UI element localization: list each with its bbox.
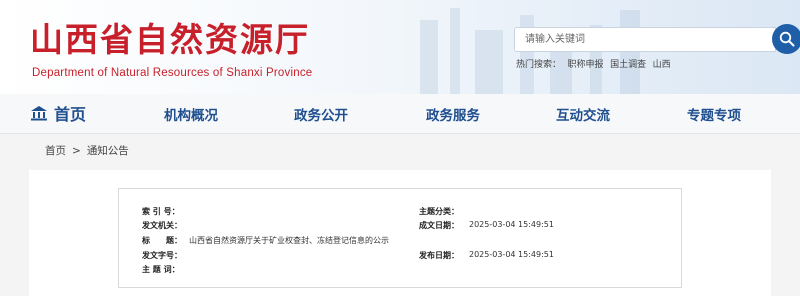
nav-item-gov-services[interactable]: 政务服务	[426, 104, 480, 124]
breadcrumb-home[interactable]: 首页	[45, 145, 66, 157]
breadcrumb-current[interactable]: 通知公告	[87, 145, 129, 157]
breadcrumb: 首页 > 通知公告	[45, 143, 129, 158]
nav-item-gov-affairs[interactable]: 政务公开	[294, 104, 348, 124]
index-number-label: 索 引 号：	[142, 207, 180, 216]
search-icon	[779, 31, 795, 47]
site-subtitle: Department of Natural Resources of Shanx…	[32, 67, 313, 79]
title-label: 标 题：	[142, 236, 182, 245]
search-button[interactable]	[772, 24, 800, 54]
publish-date-label: 发布日期：	[419, 251, 459, 260]
hot-search-item[interactable]: 山西	[653, 59, 671, 69]
hot-search-label: 热门搜索：	[516, 59, 562, 69]
main-nav: 首页 机构概况 政务公开 政务服务 互动交流 专题专项	[0, 94, 800, 134]
hot-search: 热门搜索： 职称申报 国土调查 山西	[516, 57, 675, 70]
search-input[interactable]	[514, 27, 776, 52]
topic-category-label: 主题分类：	[419, 207, 459, 216]
breadcrumb-separator: >	[72, 145, 81, 157]
site-title[interactable]: 山西省自然资源厅	[30, 20, 310, 60]
nav-item-about[interactable]: 机构概况	[164, 104, 218, 124]
publish-date-value: 2025-03-04 15:49:51	[469, 250, 554, 259]
site-header: 山西省自然资源厅 Department of Natural Resources…	[0, 0, 800, 94]
written-date-value: 2025-03-04 15:49:51	[469, 220, 554, 229]
written-date-label: 成文日期：	[419, 221, 459, 230]
nav-item-interaction[interactable]: 互动交流	[556, 104, 610, 124]
hot-search-item[interactable]: 国土调查	[610, 59, 646, 69]
keywords-label: 主 题 词：	[142, 265, 180, 274]
document-number-label: 发文字号：	[142, 251, 182, 260]
issuing-authority-label: 发文机关：	[142, 221, 182, 230]
home-icon	[31, 106, 47, 121]
document-meta-box: 索 引 号： 主题分类： 发文机关： 成文日期： 2025-03-04 15:4…	[118, 188, 682, 288]
title-value: 山西省自然资源厅关于矿业权查封、冻结登记信息的公示	[189, 236, 389, 245]
nav-item-topics[interactable]: 专题专项	[687, 104, 741, 124]
nav-home[interactable]: 首页	[30, 101, 86, 125]
hot-search-item[interactable]: 职称申报	[568, 59, 604, 69]
nav-home-label: 首页	[54, 105, 87, 124]
